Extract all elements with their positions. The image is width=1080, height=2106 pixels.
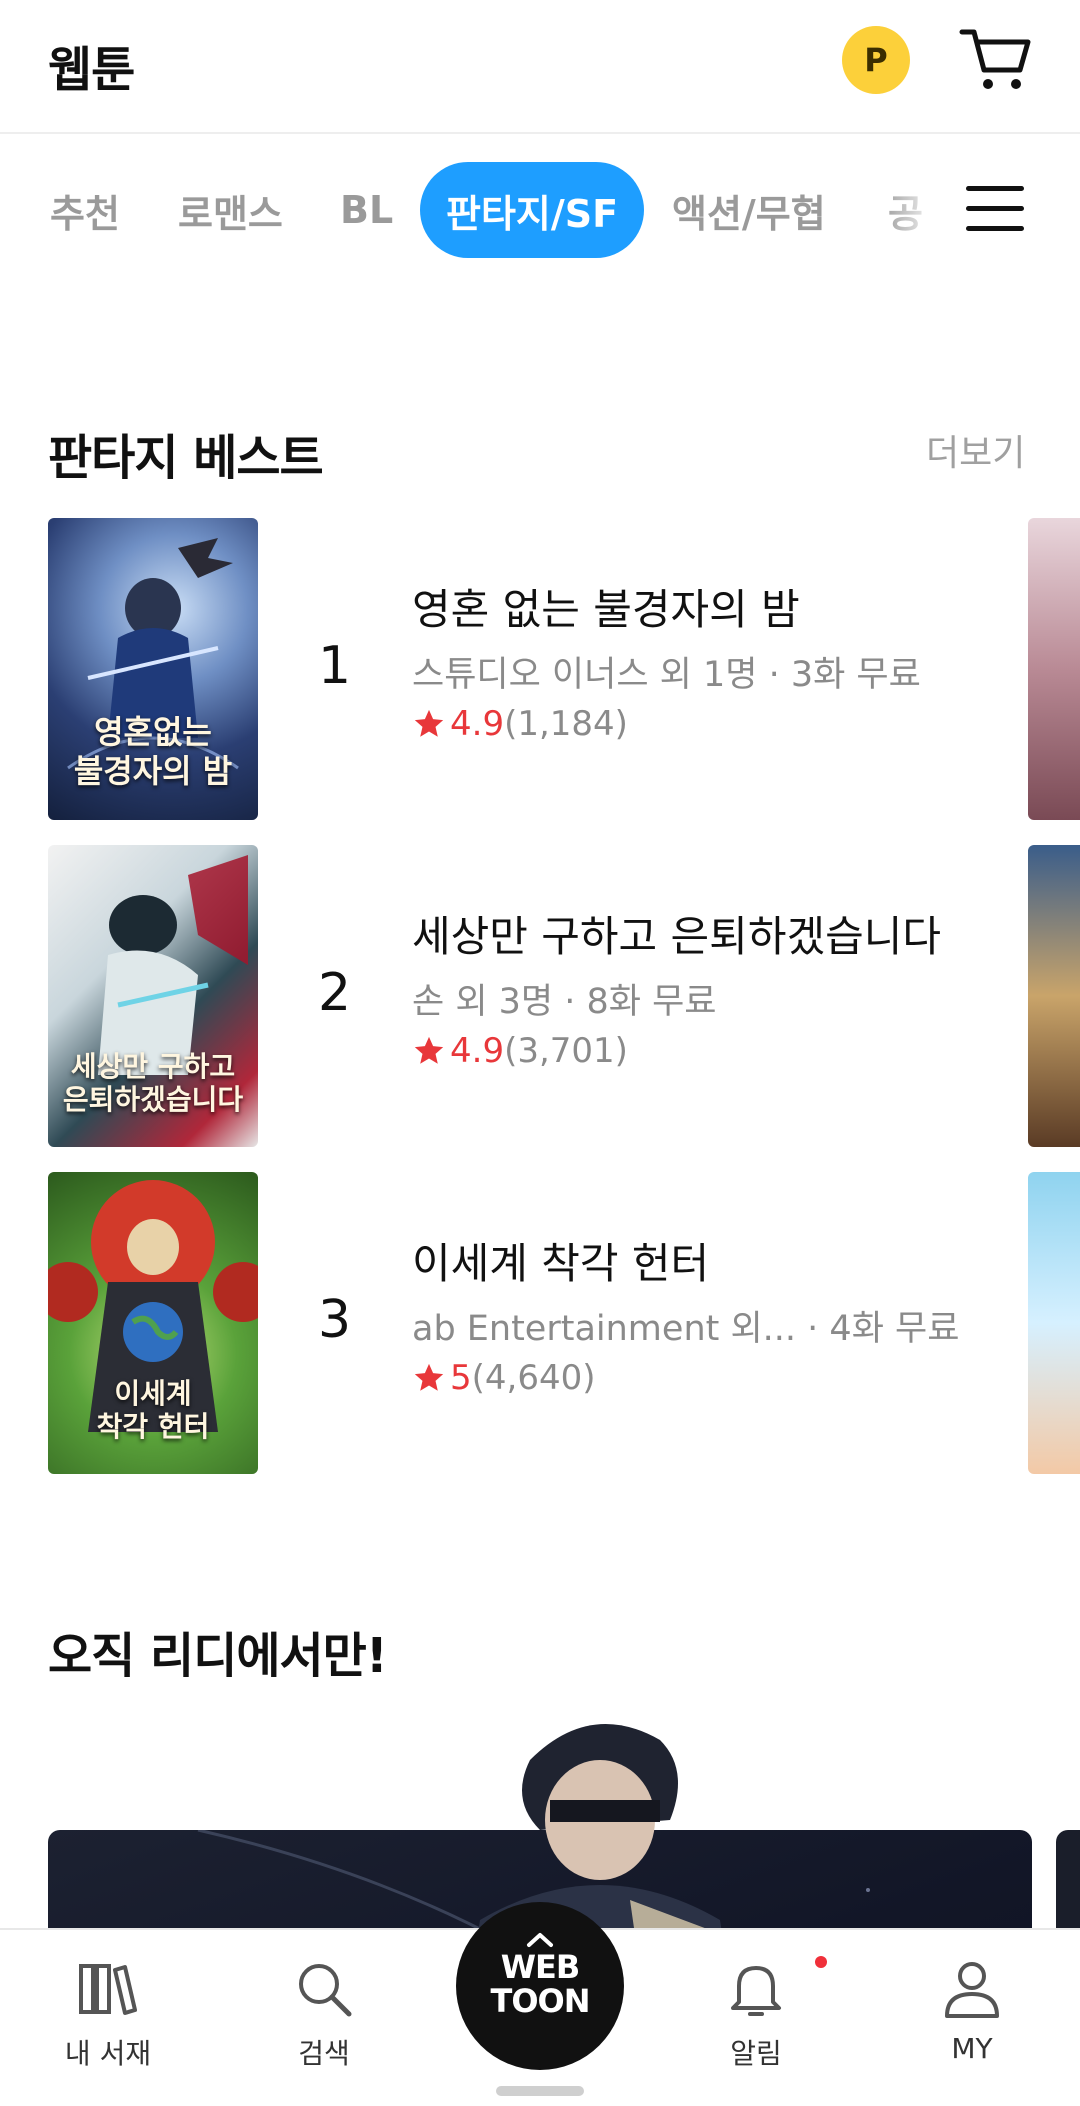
- tab-recommended[interactable]: 추천: [50, 160, 120, 260]
- next-column-cover[interactable]: [1028, 845, 1080, 1147]
- bell-icon: [731, 1966, 781, 2016]
- rating-count: (3,701): [504, 1031, 628, 1071]
- search-icon: [299, 1964, 352, 2017]
- rating-count: (1,184): [504, 704, 628, 744]
- person-icon: [945, 1962, 999, 2018]
- list-item[interactable]: 세상만 구하고 은퇴하겠습니다 2 세상만 구하고 은퇴하겠습니다 손 외 3명…: [48, 845, 988, 1147]
- nav-label: MY: [951, 2032, 993, 2065]
- rank-number: 3: [318, 1290, 352, 1350]
- nav-notifications[interactable]: 알림: [676, 1956, 836, 2076]
- item-rating: 4.9 (1,184): [412, 704, 628, 744]
- star-icon: [414, 1036, 444, 1064]
- section-title-fantasy-best: 판타지 베스트: [48, 430, 324, 486]
- item-rating: 5 (4,640): [412, 1358, 596, 1398]
- webtoon-label-line2: TOON: [490, 1982, 590, 2020]
- item-title: 영혼 없는 불경자의 밤: [412, 585, 800, 634]
- cover-image: 영혼없는 불경자의 밤: [48, 518, 258, 820]
- next-column-cover[interactable]: [1028, 518, 1080, 820]
- star-icon: [414, 1363, 444, 1391]
- library-icon: [79, 1964, 137, 2015]
- hamburger-menu-icon[interactable]: [966, 186, 1024, 232]
- cover-title: 이세계 착각 헌터: [96, 1376, 210, 1444]
- rating-score: 5: [450, 1358, 472, 1398]
- star-icon: [414, 709, 444, 737]
- home-indicator: [496, 2086, 584, 2096]
- item-title: 이세계 착각 헌터: [412, 1239, 710, 1288]
- item-meta: 스튜디오 이너스 외 1명 · 3화 무료: [412, 655, 921, 695]
- rank-number: 2: [318, 963, 352, 1023]
- notification-dot: [815, 1956, 827, 1968]
- item-meta: ab Entertainment 외... · 4화 무료: [412, 1309, 960, 1349]
- category-tabs: 추천 로맨스 BL 판타지/SF 액션/무협 공: [0, 160, 940, 260]
- list-item[interactable]: 이세계 착각 헌터 3 이세계 착각 헌터 ab Entertainment 외…: [48, 1172, 988, 1474]
- nav-library[interactable]: 내 서재: [28, 1956, 188, 2076]
- more-link[interactable]: 더보기: [926, 424, 1025, 476]
- rating-count: (4,640): [471, 1358, 596, 1398]
- rank-number: 1: [318, 636, 352, 696]
- item-meta: 손 외 3명 · 8화 무료: [412, 982, 717, 1022]
- webtoon-label-line1: WEB: [500, 1948, 581, 1986]
- next-column-cover[interactable]: [1028, 1172, 1080, 1474]
- top-bar: 웹툰 P: [0, 0, 1080, 134]
- cover-title: 세상만 구하고 은퇴하겠습니다: [62, 1049, 244, 1117]
- cover-title: 영혼없는 불경자의 밤: [73, 713, 233, 790]
- tab-action-martial[interactable]: 액션/무협: [672, 160, 826, 260]
- tab-bl[interactable]: BL: [340, 160, 393, 260]
- nav-my[interactable]: MY: [892, 1956, 1052, 2076]
- rating-score: 4.9: [450, 704, 505, 744]
- nav-search[interactable]: 검색: [244, 1956, 404, 2076]
- chevron-up-icon: [527, 1933, 553, 1947]
- tab-romance[interactable]: 로맨스: [178, 160, 283, 260]
- cart-icon[interactable]: [958, 24, 1034, 94]
- section-title-ridi-only: 오직 리디에서만!: [48, 1628, 388, 1684]
- rating-score: 4.9: [450, 1031, 505, 1071]
- item-rating: 4.9 (3,701): [412, 1031, 628, 1071]
- nav-label: 검색: [298, 2037, 350, 2070]
- tab-fantasy-sf[interactable]: 판타지/SF: [420, 162, 645, 258]
- page-title: 웹툰: [48, 42, 135, 98]
- cover-image: 이세계 착각 헌터: [48, 1172, 258, 1474]
- webtoon-button[interactable]: WEB TOON: [456, 1902, 624, 2070]
- cover-image: 세상만 구하고 은퇴하겠습니다: [48, 845, 258, 1147]
- point-badge[interactable]: P: [842, 26, 910, 94]
- nav-label: 내 서재: [64, 2037, 152, 2070]
- nav-label: 알림: [730, 2037, 782, 2070]
- list-item[interactable]: 영혼없는 불경자의 밤 1 영혼 없는 불경자의 밤 스튜디오 이너스 외 1명…: [48, 518, 988, 820]
- tabs-fade: [880, 150, 940, 270]
- item-title: 세상만 구하고 은퇴하겠습니다: [412, 912, 942, 961]
